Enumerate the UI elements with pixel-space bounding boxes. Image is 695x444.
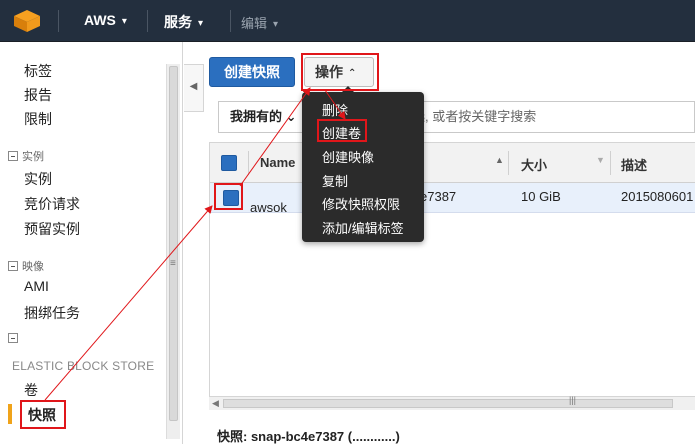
sidebar-item-instances[interactable]: 实例	[24, 169, 52, 189]
chevron-down-icon: ▾	[121, 16, 127, 27]
column-header-size[interactable]: 大小	[521, 155, 547, 174]
create-snapshot-button[interactable]: 创建快照	[209, 57, 295, 87]
cell-description: 2015080601	[621, 189, 694, 204]
filter-bar: 我拥有的 ⌄ 筛选, 或者按关键字搜索	[218, 101, 695, 133]
sidebar-group-ebs[interactable]	[8, 332, 22, 345]
menu-item-add-edit-tags[interactable]: 添加/编辑标签	[322, 218, 404, 237]
owner-filter-select[interactable]: 我拥有的 ⌄	[219, 102, 309, 132]
chevron-down-icon: ⌄	[285, 109, 297, 124]
column-divider	[248, 151, 249, 175]
collapse-icon[interactable]	[8, 261, 18, 271]
sidebar-item-tags[interactable]: 标签	[24, 61, 52, 81]
aws-cube-icon[interactable]	[12, 9, 42, 33]
cell-snapshot-id: e7387	[420, 189, 457, 204]
sidebar-item-reports[interactable]: 报告	[24, 85, 52, 105]
collapse-icon[interactable]	[8, 151, 18, 161]
divider	[230, 10, 231, 32]
sidebar-item-bundle-tasks[interactable]: 捆绑任务	[24, 303, 80, 323]
highlight-row-checkbox	[214, 183, 243, 210]
collapse-icon[interactable]	[8, 333, 18, 343]
menu-item-modify-permissions[interactable]: 修改快照权限	[322, 194, 400, 213]
grip-icon: ≡	[170, 258, 176, 269]
menu-item-delete[interactable]: 删除	[322, 100, 348, 119]
sidebar-group-images[interactable]: 映像	[8, 258, 44, 274]
actions-dropdown-menu: 删除 创建卷 创建映像 复制 修改快照权限 添加/编辑标签	[302, 86, 424, 242]
services-menu[interactable]: 服务 ▾	[164, 12, 203, 32]
cell-name: awsok	[250, 200, 287, 215]
sidebar-item-ami[interactable]: AMI	[24, 278, 49, 294]
column-header-name[interactable]: Name	[260, 155, 295, 170]
menu-item-create-image[interactable]: 创建映像	[322, 147, 374, 166]
sidebar-group-label: 映像	[22, 261, 44, 273]
collapse-sidebar-button[interactable]: ◀	[184, 64, 204, 112]
edit-menu[interactable]: 编辑 ▾	[241, 13, 278, 32]
grip-icon: |||	[569, 395, 577, 405]
sort-asc-icon[interactable]: ▲	[495, 155, 504, 165]
chevron-left-icon: ◀	[189, 81, 198, 92]
sidebar-group-label: 实例	[22, 151, 44, 163]
column-header-description[interactable]: 描述	[621, 155, 647, 174]
cell-size: 10 GiB	[521, 189, 561, 204]
scroll-left-icon[interactable]: ◀	[212, 398, 219, 409]
snapshot-detail-title: 快照: snap-bc4e7387 (............)	[217, 429, 400, 444]
sidebar-item-limits[interactable]: 限制	[24, 109, 52, 129]
sidebar-group-instances[interactable]: 实例	[8, 148, 44, 164]
aws-menu[interactable]: AWS ▾	[84, 12, 127, 28]
top-navigation-bar: AWS ▾ 服务 ▾ 编辑 ▾	[0, 0, 695, 42]
chevron-down-icon: ▾	[198, 18, 204, 29]
divider	[58, 10, 59, 32]
highlight-create-volume	[317, 119, 367, 142]
divider	[147, 10, 148, 32]
chevron-down-icon: ▾	[273, 19, 279, 30]
sidebar-item-volumes[interactable]: 卷	[24, 380, 38, 400]
highlight-snapshots	[20, 400, 66, 429]
scrollbar-thumb[interactable]	[169, 66, 178, 421]
column-divider	[508, 151, 509, 175]
snapshots-table: Name ▲ 大小 ▼ 描述 awsok e7387 10 GiB 201508…	[209, 142, 695, 402]
sidebar: 标签 报告 限制 实例 实例 竞价请求 预留实例 映像 AMI 捆绑任务 ELA…	[0, 42, 183, 444]
sidebar-scrollbar[interactable]: ≡	[166, 64, 180, 439]
sidebar-section-ebs: ELASTIC BLOCK STORE	[12, 359, 155, 373]
owner-filter-label: 我拥有的	[230, 109, 283, 124]
table-row[interactable]: awsok e7387 10 GiB 2015080601	[210, 183, 695, 215]
table-horizontal-scrollbar[interactable]: ◀ |||	[209, 395, 695, 410]
column-divider	[610, 151, 611, 175]
menu-item-copy[interactable]: 复制	[322, 171, 348, 190]
scrollbar-thumb[interactable]	[223, 399, 673, 408]
aws-menu-label: AWS	[84, 12, 116, 28]
sidebar-item-spot-requests[interactable]: 竞价请求	[24, 194, 80, 214]
edit-menu-label: 编辑	[241, 16, 268, 31]
services-menu-label: 服务	[164, 14, 192, 30]
search-input[interactable]: 筛选, 或者按关键字搜索	[399, 102, 694, 132]
sidebar-item-reserved-instances[interactable]: 预留实例	[24, 219, 80, 239]
select-all-checkbox[interactable]	[221, 155, 237, 171]
active-indicator	[8, 404, 12, 424]
sort-icon[interactable]: ▼	[596, 155, 605, 165]
highlight-actions-button	[301, 53, 379, 91]
table-header: Name ▲ 大小 ▼ 描述	[210, 143, 695, 183]
